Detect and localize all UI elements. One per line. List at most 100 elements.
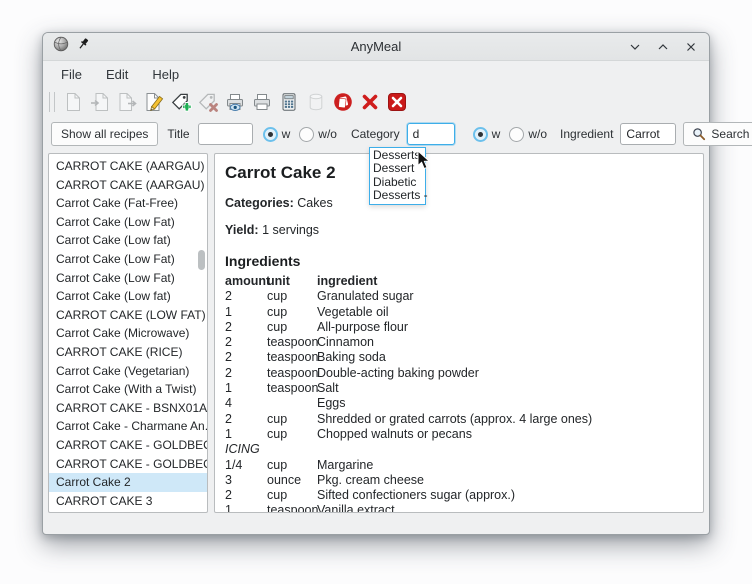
- list-scrollbar-thumb[interactable]: [198, 250, 205, 270]
- maximize-icon[interactable]: [655, 39, 671, 55]
- list-item[interactable]: CARROT CAKE - GOLDBECK: [49, 436, 207, 455]
- list-item[interactable]: Carrot Cake (With a Twist): [49, 380, 207, 399]
- list-item[interactable]: CARROT CAKE - BSNX01A: [49, 399, 207, 418]
- database-icon[interactable]: [302, 89, 329, 115]
- titlebar[interactable]: AnyMeal: [43, 33, 709, 61]
- menu-edit[interactable]: Edit: [96, 64, 138, 85]
- list-item[interactable]: Carrot Cake (Low Fat): [49, 213, 207, 232]
- toolbar: [43, 87, 709, 117]
- ingredients-table-body: 2cupGranulated sugar1cupVegetable oil2cu…: [225, 289, 691, 513]
- ingredient-row: 2teaspoonCinnamon: [225, 335, 691, 350]
- window-title: AnyMeal: [43, 39, 709, 54]
- ingredient-row: 1teaspoonVanilla extract: [225, 503, 691, 513]
- list-item[interactable]: CARROT CAKE - GOLDBECK: [49, 455, 207, 474]
- title-without-label: w/o: [318, 127, 337, 141]
- ingredient-row: 2cupGranulated sugar: [225, 289, 691, 304]
- search-button[interactable]: Search: [683, 122, 752, 146]
- minimize-icon[interactable]: [627, 39, 643, 55]
- menu-file[interactable]: File: [51, 64, 92, 85]
- list-item[interactable]: Carrot Cake 2: [49, 473, 207, 492]
- quit-icon[interactable]: [383, 89, 410, 115]
- dropdown-item[interactable]: Diabetic: [370, 176, 425, 189]
- list-item[interactable]: Carrot Cake (Low fat): [49, 231, 207, 250]
- recipe-categories: Categories: Cakes: [225, 196, 691, 210]
- ingredient-row: 1cupVegetable oil: [225, 305, 691, 320]
- ingredient-row: 2cupAll-purpose flour: [225, 320, 691, 335]
- search-icon: [692, 127, 706, 141]
- servings-calculator-icon[interactable]: [275, 89, 302, 115]
- list-item[interactable]: Carrot Cake (Fat-Free): [49, 194, 207, 213]
- unit-header: unit: [267, 274, 317, 289]
- category-label: Category: [351, 127, 400, 141]
- ingredient-row: 2teaspoonBaking soda: [225, 350, 691, 365]
- ingredients-heading: Ingredients: [225, 253, 691, 269]
- show-all-recipes-button[interactable]: Show all recipes: [51, 122, 158, 146]
- list-item[interactable]: CARROT CAKE (AARGAU): [49, 157, 207, 176]
- list-item[interactable]: CARROT CAKE (LOW FAT): [49, 306, 207, 325]
- add-category-icon[interactable]: [167, 89, 194, 115]
- category-with-radio[interactable]: [473, 127, 488, 142]
- ingredients-table: amount unit ingredient 2cupGranulated su…: [225, 274, 691, 513]
- categories-value: Cakes: [297, 196, 332, 210]
- print-icon[interactable]: [248, 89, 275, 115]
- list-item[interactable]: Carrot Cake (Low Fat): [49, 250, 207, 269]
- main-area: CARROT CAKE (AARGAU)CARROT CAKE (AARGAU)…: [43, 153, 709, 513]
- toolbar-drag-handle[interactable]: [49, 92, 55, 112]
- recipe-view[interactable]: Carrot Cake 2 Categories: Cakes Yield: 1…: [214, 153, 704, 513]
- amount-header: amount: [225, 274, 267, 289]
- ingredient-row: 2cupShredded or grated carrots (approx. …: [225, 412, 691, 427]
- import-recipes-icon[interactable]: [86, 89, 113, 115]
- search-button-label: Search: [711, 127, 749, 141]
- pin-icon[interactable]: [77, 37, 91, 56]
- ingredient-row: ICING: [225, 442, 691, 457]
- ingredient-row: 1cupChopped walnuts or pecans: [225, 427, 691, 442]
- discard-icon[interactable]: [356, 89, 383, 115]
- ingredient-row: 4Eggs: [225, 396, 691, 411]
- title-input[interactable]: [198, 123, 253, 145]
- delete-recipes-icon[interactable]: [329, 89, 356, 115]
- ingredient-row: 2cupSifted confectioners sugar (approx.): [225, 488, 691, 503]
- list-item[interactable]: Carrot Cake - Charmane An...: [49, 417, 207, 436]
- ingredient-label: Ingredient: [560, 127, 613, 141]
- list-item[interactable]: Carrot Cake (Low Fat): [49, 269, 207, 288]
- close-icon[interactable]: [683, 39, 699, 55]
- anymeal-app-icon: [53, 36, 69, 57]
- ingredient-row: 2teaspoonDouble-acting baking powder: [225, 366, 691, 381]
- menubar: File Edit Help: [43, 61, 709, 87]
- category-input[interactable]: [407, 123, 455, 145]
- print-preview-icon[interactable]: [221, 89, 248, 115]
- search-bar: Show all recipes Title w w/o Category w …: [43, 117, 709, 151]
- list-item[interactable]: CARROT CAKE (AARGAU): [49, 176, 207, 195]
- list-item[interactable]: Carrot Cake (Vegetarian): [49, 362, 207, 381]
- ingredient-row: 1teaspoonSalt: [225, 381, 691, 396]
- title-with-label: w: [282, 127, 291, 141]
- ingredient-row: 3ouncePkg. cream cheese: [225, 473, 691, 488]
- category-without-radio[interactable]: [509, 127, 524, 142]
- anymeal-window: AnyMeal: [42, 32, 710, 535]
- title-without-radio[interactable]: [299, 127, 314, 142]
- yield-label: Yield:: [225, 223, 259, 237]
- recipe-list[interactable]: CARROT CAKE (AARGAU)CARROT CAKE (AARGAU)…: [48, 153, 208, 513]
- title-label: Title: [167, 127, 189, 141]
- list-item[interactable]: CARROT CAKE (RICE): [49, 343, 207, 362]
- recipe-title: Carrot Cake 2: [225, 163, 691, 183]
- menu-help[interactable]: Help: [142, 64, 189, 85]
- category-without-label: w/o: [528, 127, 547, 141]
- export-recipes-icon[interactable]: [113, 89, 140, 115]
- yield-value: 1 servings: [262, 223, 319, 237]
- ingredient-row: 1/4cupMargarine: [225, 458, 691, 473]
- edit-recipe-icon[interactable]: [140, 89, 167, 115]
- ingredient-header: ingredient: [317, 274, 691, 289]
- recipe-yield: Yield: 1 servings: [225, 223, 691, 237]
- dropdown-item[interactable]: Desserts -: [370, 189, 425, 202]
- list-item[interactable]: Carrot Cake (Microwave): [49, 324, 207, 343]
- remove-category-icon[interactable]: [194, 89, 221, 115]
- ingredients-table-header: amount unit ingredient: [225, 274, 691, 289]
- list-item[interactable]: Carrot Cake (Low fat): [49, 287, 207, 306]
- ingredient-input[interactable]: [620, 123, 676, 145]
- list-item[interactable]: CARROT CAKE 3: [49, 492, 207, 511]
- new-recipe-icon[interactable]: [59, 89, 86, 115]
- title-with-radio[interactable]: [263, 127, 278, 142]
- category-with-label: w: [492, 127, 501, 141]
- mouse-cursor: [417, 150, 432, 176]
